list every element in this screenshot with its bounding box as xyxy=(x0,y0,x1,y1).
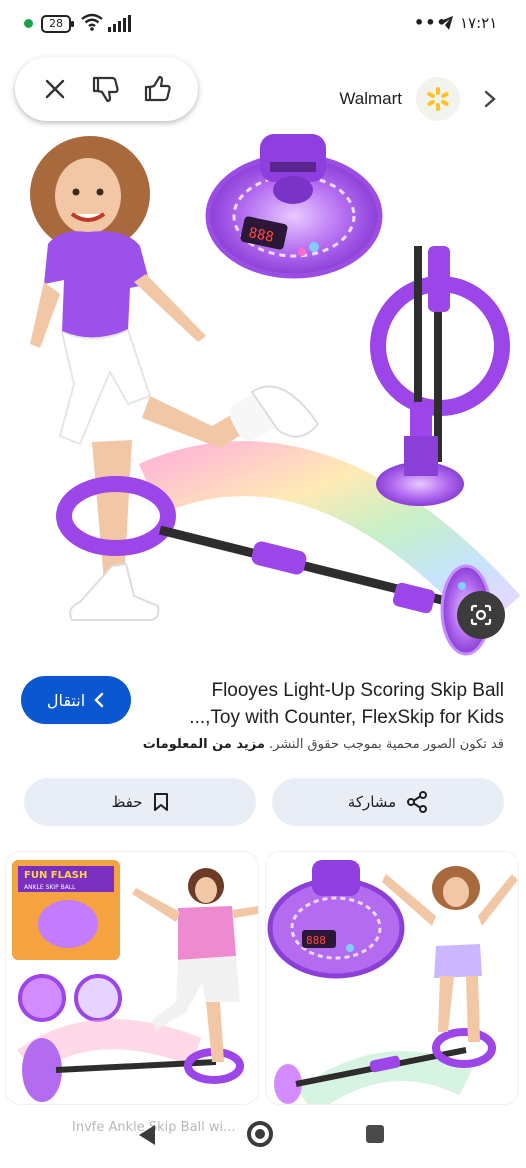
main-product-image[interactable]: 888 xyxy=(0,134,526,660)
close-icon xyxy=(45,79,65,99)
more-info-link[interactable]: مزيد من المعلومات xyxy=(143,737,265,752)
thumbs-down-button[interactable] xyxy=(87,70,125,108)
status-bar: 28 ••• ١٧:٢١ xyxy=(0,0,526,50)
product-title-line2: Toy with Counter, FlexSkip for Kids,... xyxy=(189,707,504,728)
notice-text: قد تكون الصور محمية بموجب حقوق النشر. xyxy=(269,737,504,752)
lens-icon xyxy=(470,604,492,626)
save-button[interactable]: حفظ xyxy=(24,778,256,826)
visit-label: انتقال xyxy=(46,690,86,710)
box-badge-line1: FUN FLASH xyxy=(24,870,87,881)
svg-text:888: 888 xyxy=(306,934,326,947)
thumbs-down-icon xyxy=(93,76,120,103)
related-result-1[interactable]: FUN FLASH ANKLE SKIP BALL xyxy=(6,852,258,1104)
thumbs-up-button[interactable] xyxy=(139,70,177,108)
feedback-pill xyxy=(15,57,198,121)
product-title-line1: Flooyes Light-Up Scoring Skip Ball xyxy=(211,680,504,701)
share-button[interactable]: مشاركة xyxy=(272,778,504,826)
home-button[interactable] xyxy=(247,1121,273,1147)
product-title[interactable]: Flooyes Light-Up Scoring Skip Ball Toy w… xyxy=(144,677,504,731)
box-badge-line2: ANKLE SKIP BALL xyxy=(24,884,76,891)
visit-button[interactable]: انتقال xyxy=(21,676,131,724)
clock: ١٧:٢١ xyxy=(460,14,498,32)
back-icon[interactable] xyxy=(137,1124,157,1146)
close-button[interactable] xyxy=(36,70,74,108)
source-row[interactable]: Walmart xyxy=(339,76,500,122)
signal-icon xyxy=(108,15,131,32)
related-result-2[interactable]: 888 xyxy=(266,852,518,1104)
notification-dot-icon xyxy=(24,19,33,28)
copyright-notice: قد تكون الصور محمية بموجب حقوق النشر. مز… xyxy=(34,737,504,752)
recent-apps-button[interactable] xyxy=(366,1125,384,1143)
thumbs-up-icon xyxy=(145,75,171,102)
share-icon xyxy=(407,791,428,813)
related-image-1: FUN FLASH ANKLE SKIP BALL xyxy=(12,860,258,1102)
save-label: حفظ xyxy=(111,793,143,811)
chevron-left-icon xyxy=(94,692,104,708)
battery-icon: 28 xyxy=(41,15,74,33)
product-illustration: 888 xyxy=(30,134,521,656)
telegram-icon xyxy=(438,16,453,30)
related-image-2: 888 xyxy=(267,860,518,1104)
walmart-spark-icon xyxy=(416,77,460,121)
source-name[interactable]: Walmart xyxy=(339,89,402,109)
wifi-icon xyxy=(81,13,103,31)
share-label: مشاركة xyxy=(347,793,397,811)
chevron-right-icon[interactable] xyxy=(480,89,500,109)
lens-search-button[interactable] xyxy=(457,591,505,639)
home-icon xyxy=(255,1129,265,1139)
bookmark-icon xyxy=(153,793,168,811)
